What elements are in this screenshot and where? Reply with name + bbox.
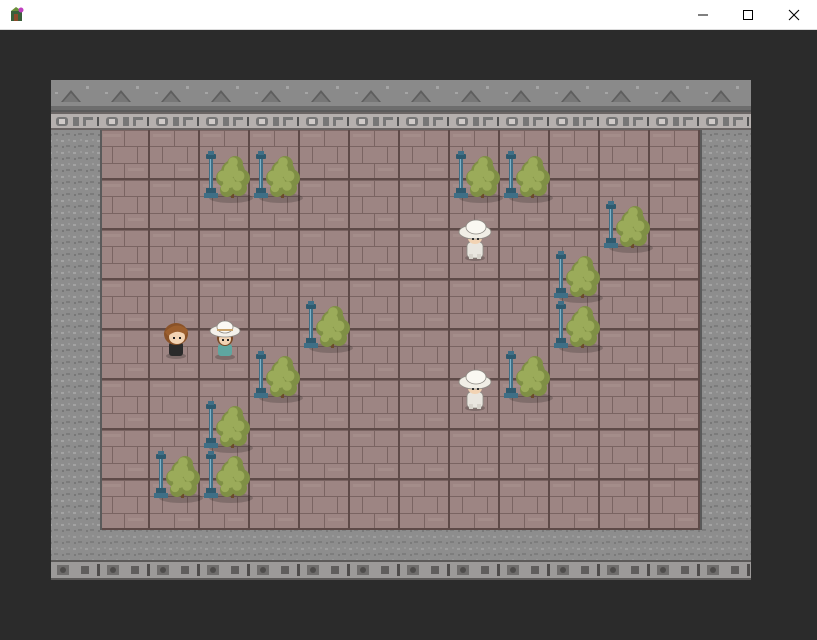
top-frieze xyxy=(51,112,751,130)
game-viewport[interactable] xyxy=(0,30,817,640)
close-button[interactable] xyxy=(771,0,817,29)
window-titlebar xyxy=(0,0,817,30)
minimize-icon xyxy=(698,14,708,15)
maximize-icon xyxy=(743,9,753,20)
game-map[interactable] xyxy=(0,30,817,640)
minimize-button[interactable] xyxy=(680,0,726,29)
close-icon xyxy=(788,9,800,20)
roof-border xyxy=(51,80,751,110)
bottom-frieze xyxy=(51,560,751,580)
game-app-icon xyxy=(11,7,24,21)
maximize-button[interactable] xyxy=(725,0,771,29)
